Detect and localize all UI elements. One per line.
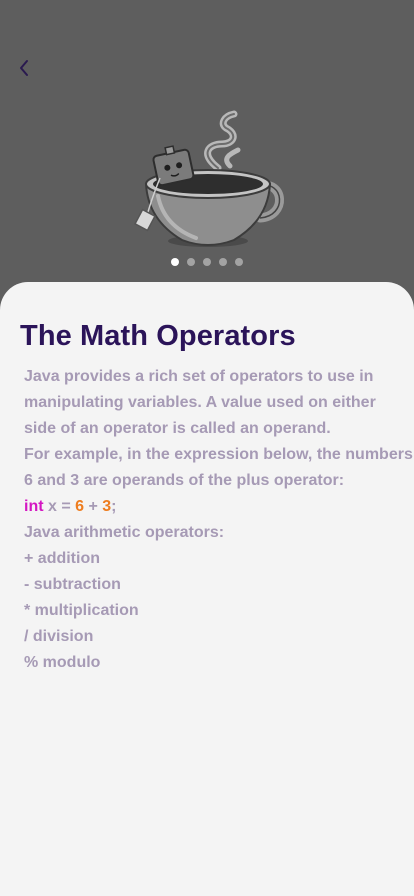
code-operator: + — [84, 498, 103, 515]
carousel-indicator — [0, 258, 414, 266]
carousel-dot-2[interactable] — [187, 258, 195, 266]
carousel-dot-1[interactable] — [171, 258, 179, 266]
code-left-operand: 6 — [75, 498, 85, 515]
code-keyword: int — [24, 498, 44, 515]
hero-section — [0, 0, 414, 300]
carousel-dot-4[interactable] — [219, 258, 227, 266]
operator-item-subtraction: - subtraction — [24, 576, 121, 593]
intro-line: 6 and 3 are operands of the plus operato… — [24, 472, 345, 489]
carousel-dot-5[interactable] — [235, 258, 243, 266]
lesson-card: The Math Operators Java provides a rich … — [0, 282, 414, 896]
code-variable: x = — [43, 498, 76, 515]
operator-item-modulo: % modulo — [24, 654, 101, 671]
operator-item-division: / division — [24, 628, 94, 645]
intro-line: manipulating variables. A value used on … — [24, 394, 376, 411]
intro-line: Java provides a rich set of operators to… — [24, 368, 374, 385]
code-right-operand: 3 — [102, 498, 112, 515]
tea-cup-illustration — [134, 110, 284, 247]
chevron-left-icon — [20, 60, 28, 76]
lesson-title: The Math Operators — [20, 320, 296, 352]
intro-line: side of an operator is called an operand… — [24, 420, 331, 437]
lesson-body: Java provides a rich set of operators to… — [24, 364, 413, 676]
operator-item-addition: + addition — [24, 550, 100, 567]
intro-line: For example, in the expression below, th… — [24, 446, 413, 463]
operator-item-multiplication: * multiplication — [24, 602, 139, 619]
carousel-dot-3[interactable] — [203, 258, 211, 266]
back-button[interactable] — [12, 56, 36, 80]
code-example: int x = 6 + 3; — [24, 494, 399, 520]
code-terminator: ; — [111, 498, 117, 515]
operators-heading: Java arithmetic operators: — [24, 524, 225, 541]
